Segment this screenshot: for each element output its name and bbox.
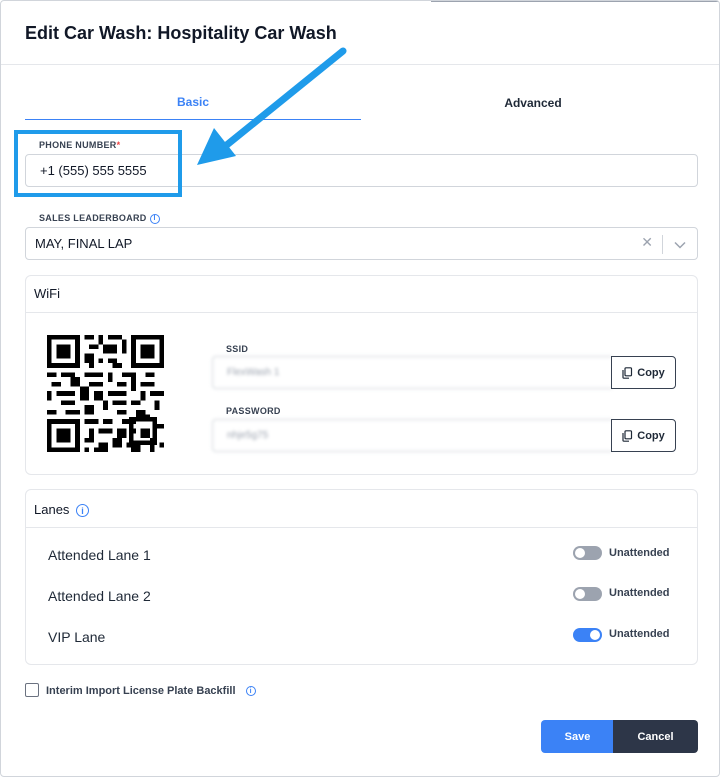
lane-toggle-label: Unattended <box>609 628 670 640</box>
copy-icon <box>622 429 633 442</box>
copy-ssid-label: Copy <box>637 366 665 379</box>
password-label: PASSWORD <box>226 406 281 416</box>
clear-icon[interactable]: ✕ <box>641 234 653 251</box>
lane-toggle-label: Unattended <box>609 587 670 599</box>
wifi-card-divider <box>26 312 697 313</box>
modal-title: Edit Car Wash: Hospitality Car Wash <box>25 23 337 43</box>
lane-toggle[interactable] <box>573 546 602 560</box>
wifi-qr-code <box>47 335 164 452</box>
interim-import-label: Interim Import License Plate Backfill i <box>46 685 256 697</box>
info-icon[interactable]: i <box>76 504 90 518</box>
ssid-label: SSID <box>226 344 249 354</box>
lane-toggle[interactable] <box>573 587 602 601</box>
password-value: nhje5g75 <box>227 430 269 441</box>
toggle-knob <box>575 548 585 558</box>
sales-leaderboard-value: MAY, FINAL LAP <box>35 236 133 251</box>
tab-advanced[interactable]: Advanced <box>361 85 705 120</box>
sales-leaderboard-select[interactable]: MAY, FINAL LAP ✕ <box>25 227 698 260</box>
ssid-value: FlexWash 1 <box>227 367 280 378</box>
copy-ssid-button[interactable]: Copy <box>611 356 676 389</box>
background-edge <box>431 1 719 5</box>
copy-password-label: Copy <box>637 429 665 442</box>
info-icon[interactable]: i <box>149 213 160 224</box>
lanes-title-text: Lanes <box>34 502 70 517</box>
cancel-button[interactable]: Cancel <box>613 720 698 753</box>
interim-import-checkbox[interactable] <box>25 683 39 697</box>
wifi-card: WiFi SSID FlexWash 1 Copy PASSWORD nhje5… <box>25 275 698 475</box>
lane-name: Attended Lane 2 <box>48 588 151 604</box>
info-icon[interactable]: i <box>245 686 256 697</box>
sales-leaderboard-label: SALES LEADERBOARD i <box>39 213 160 224</box>
lanes-card-divider <box>26 527 697 528</box>
select-separator <box>662 235 663 254</box>
ssid-input[interactable]: FlexWash 1 <box>212 356 612 389</box>
copy-icon <box>622 366 633 379</box>
lane-toggle-label: Unattended <box>609 547 670 559</box>
chevron-down-icon[interactable] <box>673 238 687 252</box>
interim-import-label-text: Interim Import License Plate Backfill <box>46 685 236 697</box>
save-button[interactable]: Save <box>541 720 614 753</box>
lane-toggle[interactable] <box>573 628 602 642</box>
annotation-highlight-box <box>14 130 182 197</box>
password-input[interactable]: nhje5g75 <box>212 419 612 452</box>
lanes-card-title: Lanes i <box>34 502 90 518</box>
header-divider <box>1 64 719 65</box>
lane-name: VIP Lane <box>48 629 106 645</box>
lanes-card: Lanes i Attended Lane 1 Unattended Atten… <box>25 489 698 665</box>
copy-password-button[interactable]: Copy <box>611 419 676 452</box>
edit-car-wash-modal: Edit Car Wash: Hospitality Car Wash Basi… <box>0 0 720 777</box>
sales-leaderboard-label-text: SALES LEADERBOARD <box>39 213 147 223</box>
tab-basic[interactable]: Basic <box>25 85 361 120</box>
wifi-card-title: WiFi <box>34 286 60 301</box>
lane-name: Attended Lane 1 <box>48 547 151 563</box>
toggle-knob <box>590 630 600 640</box>
toggle-knob <box>575 589 585 599</box>
